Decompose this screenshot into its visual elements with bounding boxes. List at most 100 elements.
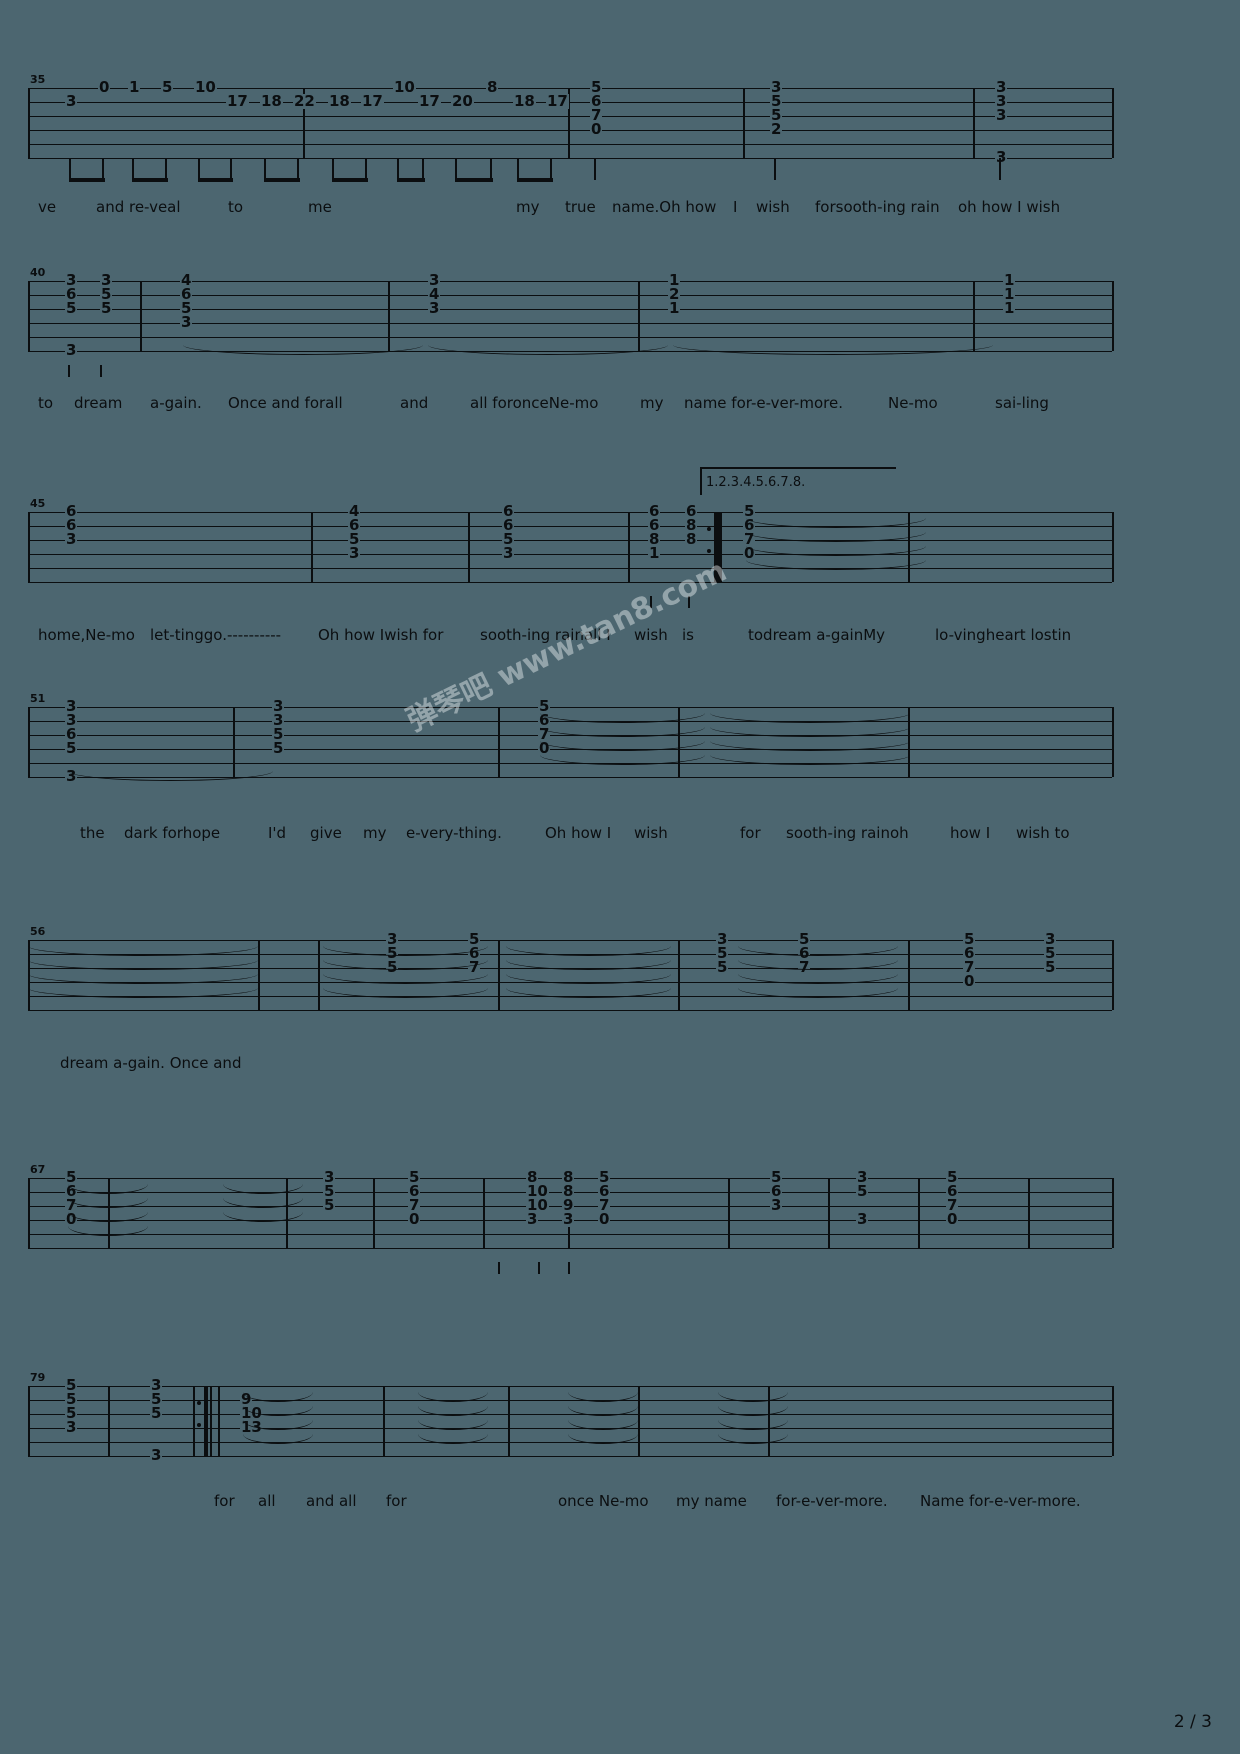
note-beam — [264, 178, 300, 182]
fret-number: 1 — [668, 299, 681, 317]
fret-number: 5 — [1044, 958, 1057, 976]
fret-number: 3 — [995, 106, 1008, 124]
measure-number: 51 — [30, 692, 46, 705]
repeat-dot — [197, 1400, 201, 1405]
staff-line — [28, 568, 1112, 569]
note-stem — [397, 158, 399, 180]
fret-number: 3 — [995, 148, 1008, 166]
repeat-barline — [720, 512, 722, 582]
staff-line — [28, 940, 1112, 941]
lyric-word: for-e-ver-more. — [776, 1492, 888, 1510]
note-stem — [490, 158, 492, 180]
lyric-word: to — [228, 198, 244, 216]
note-stem — [455, 158, 457, 180]
staff-line — [28, 1400, 1112, 1401]
barline — [1028, 1178, 1030, 1248]
lyric-word: oh how I wish — [958, 198, 1061, 216]
fret-number: 18 — [260, 92, 283, 110]
barline — [498, 707, 500, 777]
fret-number: 3 — [770, 1196, 783, 1214]
barline — [258, 940, 260, 1010]
note-stem — [422, 158, 424, 180]
note-beam — [132, 178, 168, 182]
lyric-word: the — [80, 824, 105, 842]
barline — [1112, 88, 1114, 158]
barline — [1112, 281, 1114, 351]
barline — [498, 940, 500, 1010]
lyric-word: to — [38, 394, 54, 412]
note-stem — [550, 158, 552, 180]
barline — [140, 281, 142, 351]
fret-number: 17 — [361, 92, 384, 110]
lyric-word: for — [386, 1492, 407, 1510]
barline — [373, 1178, 375, 1248]
lyric-word: Ne-mo — [888, 394, 938, 412]
rhythm-tick — [688, 596, 690, 608]
fret-number: 0 — [963, 972, 976, 990]
measure-number: 40 — [30, 266, 46, 279]
tab-staff — [28, 88, 1112, 159]
barline — [383, 1386, 385, 1456]
note-stem — [69, 158, 71, 180]
staff-line — [28, 1248, 1112, 1249]
note-beam — [455, 178, 493, 182]
barline — [638, 281, 640, 351]
tab-staff — [28, 512, 1112, 583]
fret-number: 5 — [856, 1182, 869, 1200]
staff-line — [28, 540, 1112, 541]
fret-number: 3 — [180, 313, 193, 331]
staff-line — [28, 144, 1112, 145]
barline — [1112, 1178, 1114, 1248]
note-beam — [69, 178, 105, 182]
lyric-word: name.Oh how — [612, 198, 717, 216]
note-stem — [517, 158, 519, 180]
lyric-word: name for-e-ver-more. — [684, 394, 843, 412]
fret-number: 5 — [161, 78, 174, 96]
barline — [28, 707, 30, 777]
staff-line — [28, 1234, 1112, 1235]
lyric-word: wish to — [1016, 824, 1070, 842]
barline — [193, 1386, 195, 1456]
note-stem — [132, 158, 134, 180]
lyric-word: for — [740, 824, 761, 842]
barline — [388, 281, 390, 351]
barline — [28, 281, 30, 351]
tie-slur — [673, 345, 993, 356]
barline — [28, 88, 30, 158]
fret-number: 22 — [293, 92, 316, 110]
rhythm-tick — [498, 1262, 500, 1274]
barline — [973, 281, 975, 351]
lyric-word: how I — [950, 824, 991, 842]
measure-number: 35 — [30, 73, 46, 86]
note-stem — [230, 158, 232, 180]
note-beam — [397, 178, 425, 182]
staff-line — [28, 88, 1112, 89]
note-stem — [594, 158, 596, 180]
staff-line — [28, 1442, 1112, 1443]
barline — [1112, 1386, 1114, 1456]
staff-line — [28, 582, 1112, 583]
barline — [973, 88, 975, 158]
fret-number: 5 — [323, 1196, 336, 1214]
fret-number: 5 — [65, 299, 78, 317]
barline — [233, 707, 235, 777]
barline — [28, 1386, 30, 1456]
fret-number: 2 — [770, 120, 783, 138]
barline — [638, 1386, 640, 1456]
fret-number: 3 — [562, 1210, 575, 1228]
fret-number: 0 — [598, 1210, 611, 1228]
lyric-word: todream a-gainMy — [748, 626, 886, 644]
lyric-word: dream a-gain. Once and — [60, 1054, 242, 1072]
fret-number: 3 — [65, 530, 78, 548]
fret-number: 1 — [648, 544, 661, 562]
fret-number: 5 — [716, 958, 729, 976]
barline — [468, 512, 470, 582]
tie-slur — [428, 345, 668, 356]
barline — [918, 1178, 920, 1248]
rhythm-tick — [568, 1262, 570, 1274]
lyric-word: is — [682, 626, 694, 644]
fret-number: 10 — [393, 78, 416, 96]
barline — [908, 940, 910, 1010]
barline — [1112, 940, 1114, 1010]
fret-number: 10 — [194, 78, 217, 96]
